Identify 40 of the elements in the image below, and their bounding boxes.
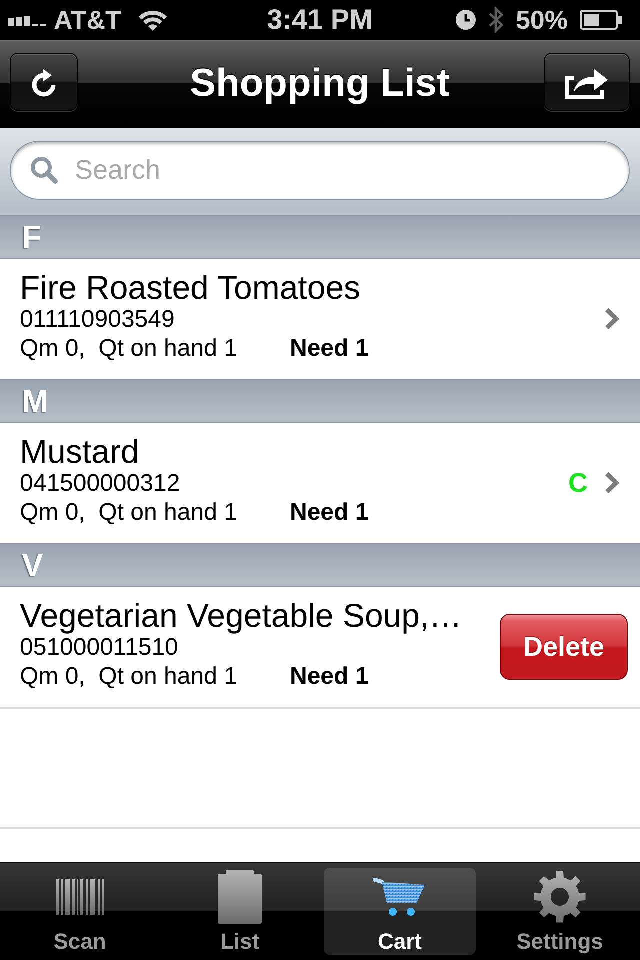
- item-barcode: 051000011510: [20, 634, 178, 662]
- item-quantities: Qm 0, Qt on hand 1: [20, 334, 238, 364]
- chevron-icon: [604, 307, 620, 331]
- tab[interactable]: Cart: [324, 868, 476, 955]
- search-icon: [30, 156, 58, 184]
- refresh-button[interactable]: [10, 52, 78, 110]
- delete-button[interactable]: Delete: [500, 614, 628, 680]
- barcode-icon: [56, 879, 104, 915]
- status-time: 3:41 PM: [267, 4, 373, 36]
- status-letter: C: [568, 468, 588, 498]
- section-letter: M: [22, 382, 49, 421]
- battery-icon: [580, 10, 622, 30]
- item-quantities: Qm 0, Qt on hand 1: [20, 498, 238, 528]
- chevron-icon: [604, 471, 620, 495]
- item-need: Need 1: [290, 334, 369, 364]
- item-name: Mustard: [20, 434, 140, 470]
- item-quantities: Qm 0, Qt on hand 1: [20, 662, 238, 692]
- wifi-icon: [137, 9, 170, 31]
- item-barcode: 011110903549: [20, 306, 175, 334]
- search-field[interactable]: Search: [10, 141, 630, 200]
- tab[interactable]: Settings: [484, 868, 636, 955]
- item-name: Fire Roasted Tomatoes: [20, 270, 361, 306]
- section-letter: V: [22, 546, 44, 585]
- item-barcode: 041500000312: [20, 470, 180, 498]
- battery-percent: 50%: [516, 4, 568, 36]
- share-button[interactable]: [544, 52, 630, 110]
- nav-title: Shopping List: [190, 62, 450, 106]
- bluetooth-icon: [488, 7, 504, 33]
- cart-icon: [373, 877, 427, 917]
- tab[interactable]: Scan: [4, 868, 156, 955]
- tab[interactable]: List: [164, 868, 316, 955]
- item-need: Need 1: [290, 662, 369, 692]
- item-need: Need 1: [290, 498, 369, 528]
- item-name: Vegetarian Vegetable Soup,…: [20, 598, 462, 634]
- clipboard-icon: [218, 870, 262, 924]
- clock-icon: [456, 10, 476, 30]
- signal-icon: [8, 14, 46, 26]
- carrier-name: AT&T: [54, 4, 122, 36]
- gear-icon: [534, 871, 586, 923]
- section-letter: F: [22, 218, 42, 257]
